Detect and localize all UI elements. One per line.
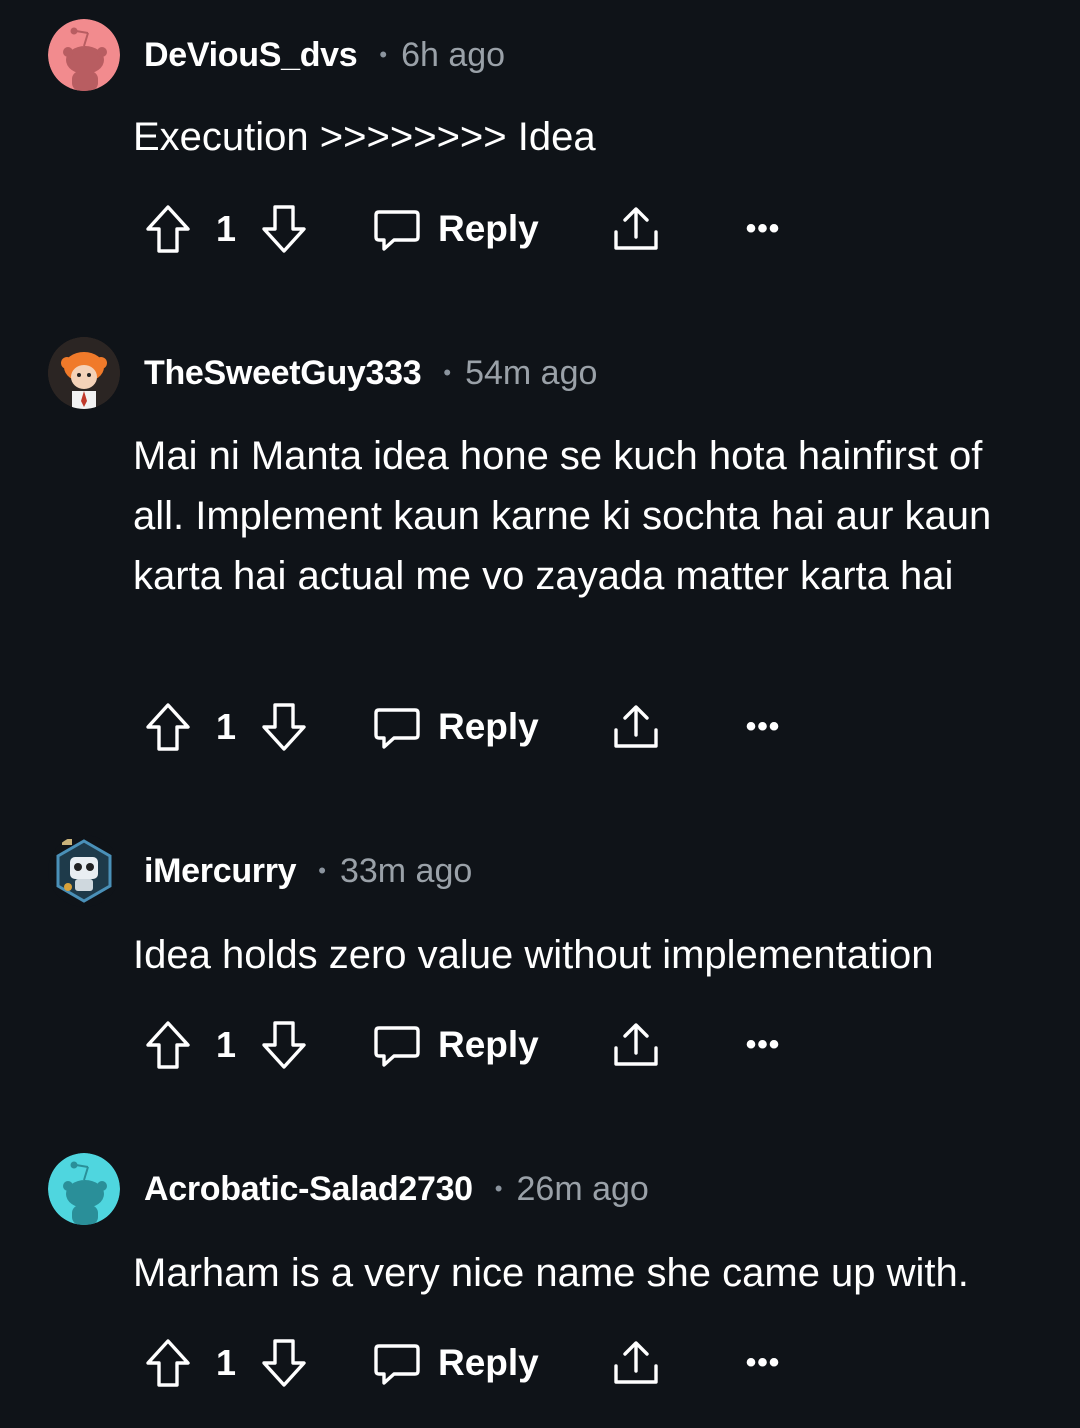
avatar[interactable] (48, 337, 120, 409)
upvote-button[interactable] (143, 1333, 193, 1393)
robot-avatar-icon (48, 835, 120, 907)
share-button[interactable] (608, 1015, 664, 1075)
timestamp: 6h ago (401, 35, 506, 74)
username[interactable]: iMercurry (144, 852, 297, 891)
upvote-button[interactable] (143, 697, 193, 757)
upvote-button[interactable] (143, 199, 193, 259)
avatar[interactable] (48, 835, 120, 907)
downvote-button[interactable] (259, 697, 309, 757)
username[interactable]: TheSweetGuy333 (144, 354, 422, 393)
share-button[interactable] (608, 1333, 664, 1393)
comment-header: iMercurry • 33m ago (48, 835, 472, 907)
timestamp: 54m ago (465, 353, 598, 392)
reply-button[interactable]: Reply (372, 1015, 542, 1075)
comment-text: Mai ni Manta idea hone se kuch hota hain… (133, 434, 992, 598)
avatar[interactable] (48, 1153, 120, 1225)
more-options-icon[interactable]: ••• (740, 199, 786, 259)
reply-label: Reply (438, 1342, 539, 1383)
more-options-icon[interactable]: ••• (740, 697, 786, 757)
downvote-arrow-icon (262, 1021, 306, 1069)
username[interactable]: DeViouS_dvs (144, 36, 358, 75)
snoo-avatar-icon (48, 1153, 120, 1225)
more-options-icon[interactable]: ••• (740, 1333, 786, 1393)
comment-header: DeViouS_dvs • 6h ago (48, 19, 505, 91)
comment-bubble-icon (374, 1026, 420, 1067)
downvote-arrow-icon (262, 205, 306, 253)
timestamp: 33m ago (339, 851, 473, 890)
reply-label: Reply (438, 208, 539, 249)
comment-header: TheSweetGuy333 • 54m ago (48, 337, 597, 409)
upvote-button[interactable] (143, 1015, 193, 1075)
custom-avatar-icon (48, 337, 120, 409)
avatar[interactable] (48, 19, 120, 91)
downvote-arrow-icon (262, 1339, 306, 1387)
comment-actions: 1 Reply ••• (0, 697, 1080, 757)
vote-score: 1 (215, 706, 237, 747)
upvote-arrow-icon (146, 1021, 190, 1069)
downvote-button[interactable] (259, 1333, 309, 1393)
comment-header: Acrobatic-Salad2730 • 26m ago (48, 1153, 649, 1225)
downvote-arrow-icon (262, 703, 306, 751)
more-options-icon[interactable]: ••• (740, 1015, 786, 1075)
vote-score: 1 (215, 1342, 237, 1383)
share-icon (614, 1023, 658, 1066)
separator-dot: • (494, 1176, 503, 1201)
timestamp: 26m ago (516, 1169, 649, 1208)
vote-score: 1 (215, 1024, 237, 1065)
snoo-avatar-icon (48, 19, 120, 91)
separator-dot: • (379, 42, 388, 67)
upvote-arrow-icon (146, 205, 190, 253)
reply-label: Reply (438, 706, 539, 747)
comment-actions: 1 Reply ••• (0, 199, 1080, 259)
vote-score: 1 (215, 208, 237, 249)
reply-button[interactable]: Reply (372, 199, 542, 259)
separator-dot: • (443, 360, 452, 385)
upvote-arrow-icon (146, 703, 190, 751)
upvote-arrow-icon (146, 1339, 190, 1387)
separator-dot: • (318, 858, 326, 883)
comment-actions: 1 Reply ••• (0, 1333, 1080, 1393)
comment-bubble-icon (374, 210, 420, 251)
username[interactable]: Acrobatic-Salad2730 (144, 1170, 473, 1209)
share-button[interactable] (608, 697, 664, 757)
comment-bubble-icon (374, 708, 420, 749)
downvote-button[interactable] (259, 199, 309, 259)
share-icon (614, 1341, 658, 1384)
comment-text: Marham is a very nice name she came up w… (133, 1251, 969, 1295)
reply-label: Reply (438, 1024, 539, 1065)
comment-text: Execution >>>>>>>> Idea (133, 115, 596, 159)
reply-button[interactable]: Reply (372, 697, 542, 757)
share-icon (614, 705, 658, 748)
comment-text: Idea holds zero value without implementa… (133, 933, 934, 977)
share-icon (614, 207, 658, 250)
comment-bubble-icon (374, 1344, 420, 1385)
share-button[interactable] (608, 199, 664, 259)
comment-actions: 1 Reply ••• (0, 1015, 1080, 1075)
downvote-button[interactable] (259, 1015, 309, 1075)
reply-button[interactable]: Reply (372, 1333, 542, 1393)
